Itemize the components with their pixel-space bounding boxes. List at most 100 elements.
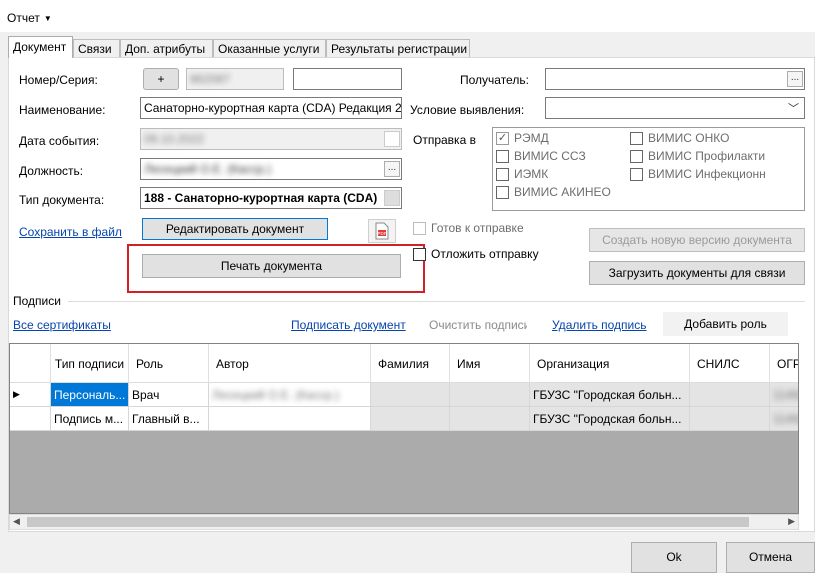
save-to-file-link[interactable]: Сохранить в файл [19,225,122,239]
chevron-down-icon: ﹀ [788,103,799,115]
number-input[interactable]: 862087 [186,68,284,90]
column-organization[interactable]: Организация [530,344,690,383]
cell-ogrn-value: 11492 [773,388,799,402]
send-target-vimis-profilaktika[interactable]: ВИМИС Профилакти [630,149,765,164]
cell-snils[interactable] [690,407,770,431]
cell-role[interactable]: Врач [129,383,209,407]
create-new-version-button[interactable]: Создать новую версию документа [589,228,805,252]
doc-type-label: Тип документа: [19,193,105,207]
cell-role[interactable]: Главный в... [129,407,209,431]
cell-first-name[interactable] [450,407,530,431]
checkbox-icon[interactable] [496,168,509,182]
cell-first-name[interactable] [450,383,530,407]
checkbox-checked-icon[interactable] [496,132,509,146]
scroll-left-icon[interactable]: ◀ [13,516,20,527]
cell-author[interactable] [209,407,371,431]
menu-report-label: Отчет [7,11,40,25]
add-role-button[interactable]: Добавить роль [663,312,788,336]
recipient-input[interactable]: ... [545,68,805,90]
ellipsis-icon[interactable]: ... [384,161,400,177]
send-targets-list: РЭМД ВИМИС ОНКО ВИМИС ССЗ ВИМИС Профилак… [492,127,805,211]
send-target-iemk[interactable]: ИЭМК [496,167,548,182]
cell-organization[interactable]: ГБУЗС "Городская больн... [530,407,690,431]
cell-author[interactable]: Лесецкий О.Е. (Касср.) [209,383,371,407]
cancel-button[interactable]: Отмена [726,542,815,573]
ok-button[interactable]: Ok [631,542,717,573]
load-docs-for-link-button[interactable]: Загрузить документы для связи [589,261,805,285]
pdf-export-button[interactable]: PDF [368,219,396,243]
add-number-button[interactable]: + [143,68,179,90]
ready-to-send-checkbox[interactable]: Готов к отправке [413,221,524,236]
menu-bar: Отчет ▼ [0,0,815,32]
tab-services[interactable]: Оказанные услуги [213,39,326,57]
column-signature-type[interactable]: Тип подписи [51,344,129,383]
position-input[interactable]: Лесецкий О.Е. (Касср.) ... [140,158,402,180]
send-target-vimis-infection[interactable]: ВИМИС Инфекционн [630,167,766,182]
ellipsis-icon[interactable] [384,190,400,206]
print-highlight-frame [127,244,425,293]
send-to-label: Отправка в [413,133,476,147]
table-row[interactable]: Подпись м... Главный в... ГБУЗС "Городск… [10,407,798,431]
clear-signatures-label[interactable]: Очистить подписи [429,318,527,332]
send-target-vimis-onko[interactable]: ВИМИС ОНКО [630,131,729,146]
scroll-thumb[interactable] [27,517,749,527]
menu-report[interactable]: Отчет ▼ [7,11,52,25]
delete-signature-link[interactable]: Удалить подпись [552,318,647,332]
number-value: 862087 [190,72,231,86]
condition-label: Условие выявления: [410,103,525,117]
column-snils[interactable]: СНИЛС [690,344,770,383]
send-target-vimis-akineo[interactable]: ВИМИС АКИНЕО [496,185,611,200]
cell-last-name[interactable] [371,383,450,407]
checkbox-icon[interactable] [630,168,643,182]
row-pointer-icon: ▶ [10,383,51,407]
grid-horizontal-scrollbar[interactable]: ◀ ▶ [9,514,799,530]
cell-last-name[interactable] [371,407,450,431]
checkbox-icon[interactable] [630,132,643,146]
all-certificates-link[interactable]: Все сертификаты [13,318,111,332]
column-role[interactable]: Роль [129,344,209,383]
table-row[interactable]: ▶ Персональ... Врач Лесецкий О.Е. (Касср… [10,383,799,407]
tab-extra-attributes[interactable]: Доп. атрибуты [120,39,213,57]
signatures-divider [68,301,805,302]
cell-organization[interactable]: ГБУЗС "Городская больн... [530,383,690,407]
checkbox-icon[interactable] [496,150,509,164]
checkbox-icon[interactable] [413,248,426,262]
event-date-value: 09.10.2022 [144,132,205,146]
sign-document-link[interactable]: Подписать документ [291,318,406,332]
grid-header: Тип подписи Роль Автор Фамилия Имя Орган… [10,344,798,383]
column-ogrn[interactable]: ОГРН [770,344,798,383]
event-date-label: Дата события: [19,134,100,148]
column-first-name[interactable]: Имя [450,344,530,383]
calendar-icon[interactable] [384,131,400,147]
series-input[interactable] [293,68,402,90]
column-last-name[interactable]: Фамилия [371,344,450,383]
name-input[interactable]: Санаторно-курортная карта (CDA) Редакция… [140,97,402,119]
checkbox-icon[interactable] [413,222,426,236]
tab-document[interactable]: Документ [8,36,73,58]
cell-ogrn[interactable]: 11492 [770,407,798,431]
condition-select[interactable]: ﹀ [545,97,805,119]
cell-ogrn[interactable]: 11492 [770,383,799,407]
tab-links[interactable]: Связи [73,39,120,57]
caret-down-icon: ▼ [43,14,52,23]
event-date-input[interactable]: 09.10.2022 [140,128,402,150]
checkbox-icon[interactable] [496,186,509,200]
cell-author-value: Лесецкий О.Е. (Касср.) [212,388,340,402]
tab-registration-results[interactable]: Результаты регистрации [326,39,470,57]
cell-snils[interactable] [690,383,770,407]
scroll-right-icon[interactable]: ▶ [788,516,795,527]
postpone-send-checkbox[interactable]: Отложить отправку [413,247,539,262]
edit-document-button[interactable]: Редактировать документ [142,218,328,240]
send-target-vimis-ssz[interactable]: ВИМИС ССЗ [496,149,586,164]
ellipsis-icon[interactable]: ... [787,71,803,87]
checkbox-icon[interactable] [630,150,643,164]
send-target-remd[interactable]: РЭМД [496,131,549,146]
column-author[interactable]: Автор [209,344,371,383]
cell-signature-type[interactable]: Персональ... [51,383,129,407]
cell-signature-type[interactable]: Подпись м... [51,407,129,431]
doc-type-input[interactable]: 188 - Санаторно-курортная карта (CDA) [140,187,402,209]
name-label: Наименование: [19,103,106,117]
number-label: Номер/Серия: [19,73,98,87]
recipient-label: Получатель: [460,73,529,87]
grid-corner [10,344,51,383]
